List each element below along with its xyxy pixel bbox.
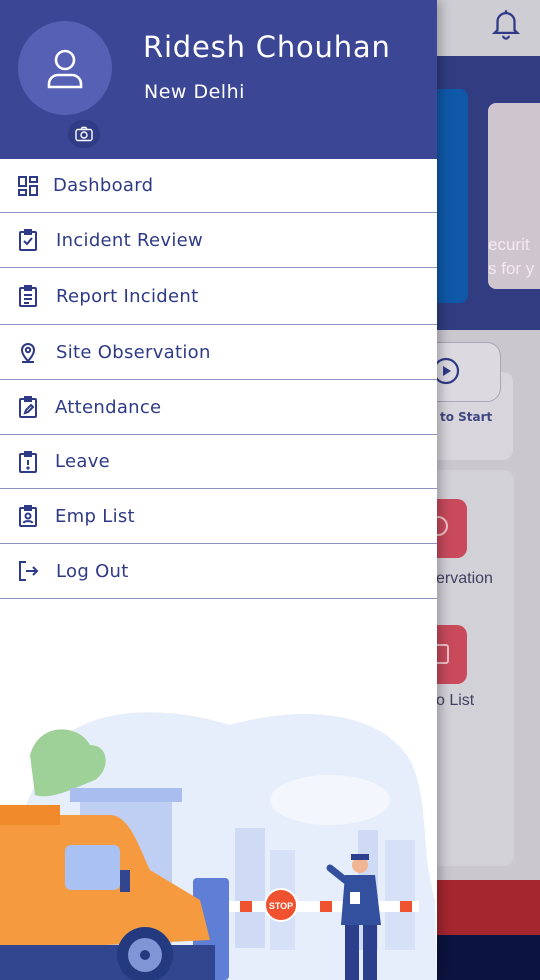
background-observation-label: ervation [436, 570, 493, 587]
clipboard-list-icon [19, 285, 37, 307]
clipboard-check-icon [19, 229, 37, 251]
user-location: New Delhi [144, 81, 245, 103]
menu-item-label: Incident Review [56, 229, 204, 251]
menu-item-label: Attendance [55, 396, 162, 418]
clipboard-user-icon [19, 505, 37, 527]
menu-item-label: Emp List [55, 505, 135, 527]
change-photo-button[interactable] [68, 120, 100, 148]
menu-item-label: Dashboard [53, 175, 154, 196]
navigation-drawer: Ridesh Chouhan New Delhi Dashboard Incid… [0, 0, 437, 980]
clipboard-alert-icon [19, 450, 37, 473]
dashboard-icon [18, 175, 38, 196]
clipboard-edit-icon [19, 396, 37, 418]
camera-icon [75, 126, 93, 142]
menu-item-dashboard[interactable]: Dashboard [0, 159, 437, 213]
menu-item-report-incident[interactable]: Report Incident [0, 268, 437, 325]
security-guard-illustration: STOP [0, 712, 437, 980]
background-nav-bar [437, 935, 540, 980]
avatar[interactable] [18, 21, 112, 148]
drawer-header: Ridesh Chouhan New Delhi [0, 0, 437, 159]
menu-item-log-out[interactable]: Log Out [0, 544, 437, 599]
menu-item-label: Leave [55, 451, 111, 472]
background-footer-bar [437, 880, 540, 935]
menu-item-attendance[interactable]: Attendance [0, 380, 437, 435]
stop-sign-label: STOP [269, 901, 293, 911]
background-start-label: to Start [440, 410, 493, 424]
location-pin-icon [20, 343, 36, 363]
user-icon [47, 49, 83, 89]
background-card-text: ecurit s for y [488, 235, 535, 278]
menu-item-label: Site Observation [56, 341, 211, 363]
menu-item-label: Log Out [56, 560, 129, 582]
user-name: Ridesh Chouhan [143, 30, 391, 64]
bell-icon[interactable] [489, 6, 523, 40]
background-list-label: o List [436, 692, 475, 709]
menu-item-leave[interactable]: Leave [0, 435, 437, 489]
menu-item-label: Report Incident [56, 285, 199, 307]
menu-item-incident-review[interactable]: Incident Review [0, 213, 437, 268]
menu-item-site-observation[interactable]: Site Observation [0, 325, 437, 380]
background-carousel-card: ecurit s for y [488, 103, 540, 289]
menu-item-emp-list[interactable]: Emp List [0, 489, 437, 544]
drawer-menu: Dashboard Incident Review Report Inciden… [0, 159, 437, 599]
logout-icon [19, 561, 39, 581]
